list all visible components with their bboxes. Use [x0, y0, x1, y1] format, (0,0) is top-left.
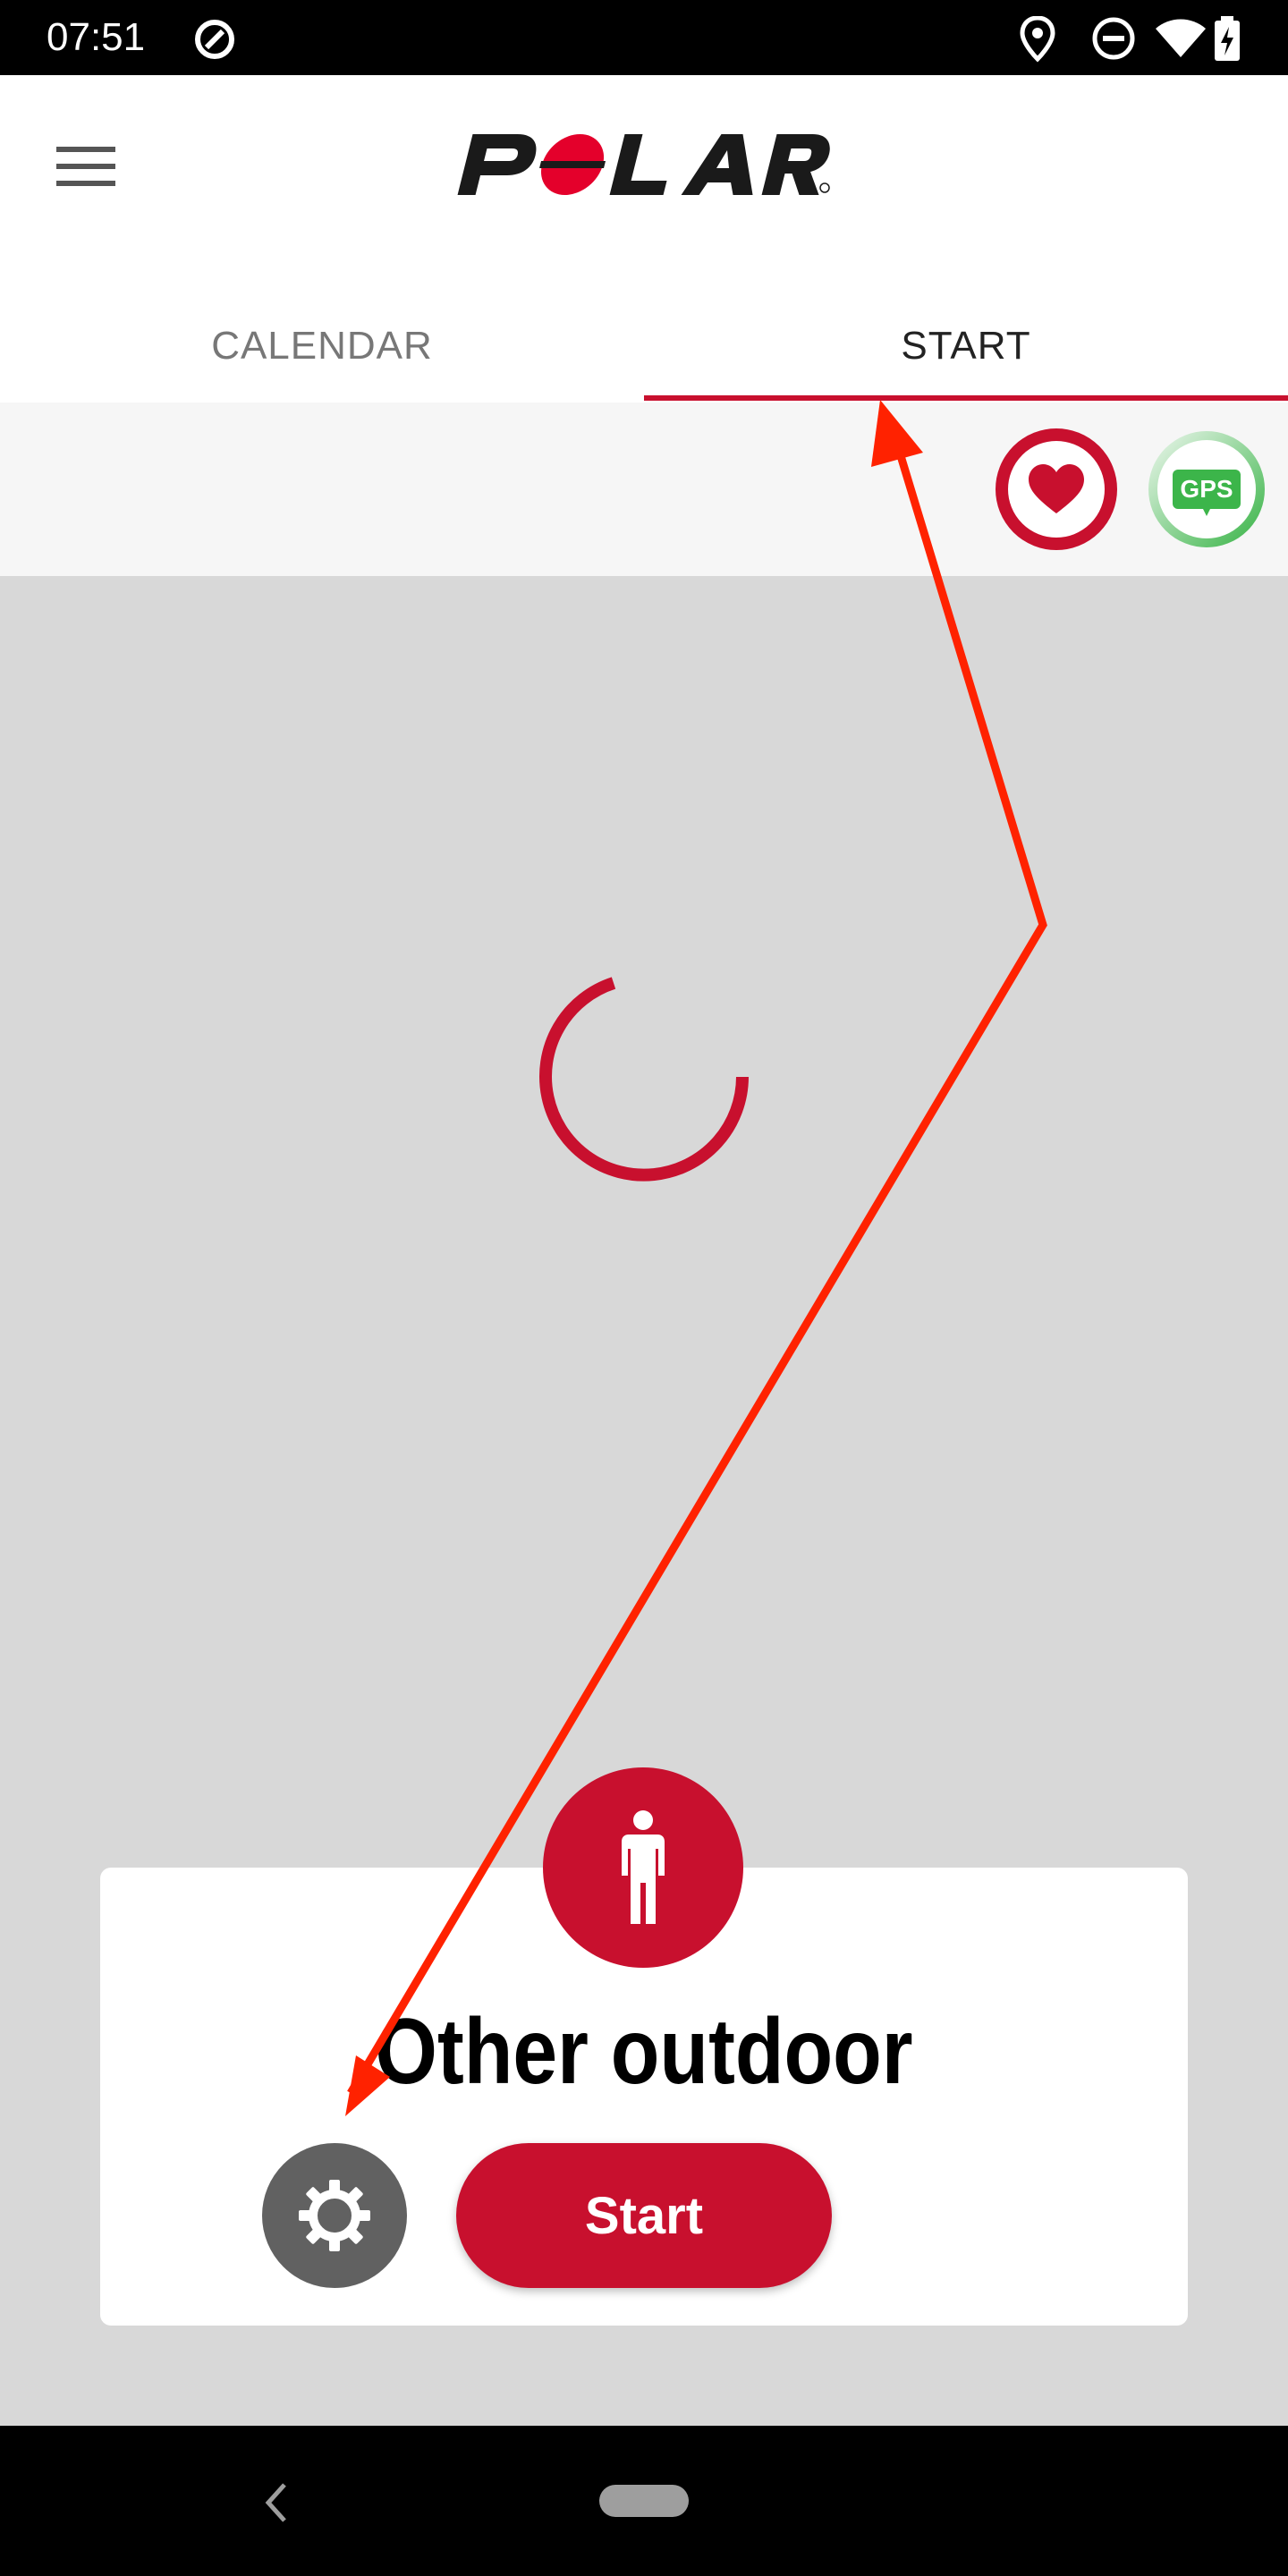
main-content: Other outdoor Start: [0, 576, 1288, 2426]
app-bar: CALENDAR START: [0, 75, 1288, 402]
sport-icon-button[interactable]: [543, 1767, 743, 1968]
loading-spinner: [537, 970, 751, 1184]
sport-settings-button[interactable]: [262, 2143, 407, 2288]
navigation-bar: [0, 2426, 1288, 2576]
location-icon: [1020, 15, 1055, 67]
menu-button[interactable]: [48, 129, 123, 204]
person-standing-icon: [622, 1810, 665, 1924]
gear-icon: [299, 2180, 370, 2251]
heart-rate-sensor-button[interactable]: [993, 426, 1120, 553]
gps-label: GPS: [1180, 475, 1233, 503]
do-not-disturb-icon: [1091, 16, 1136, 65]
sensor-strip: GPS: [0, 402, 1288, 576]
tab-start[interactable]: START: [644, 290, 1288, 402]
data-saver-icon: [191, 16, 238, 67]
wifi-icon: [1154, 16, 1208, 65]
gps-status-button[interactable]: GPS: [1143, 426, 1270, 553]
back-chevron-icon[interactable]: [256, 2476, 299, 2529]
hamburger-menu-icon: [56, 147, 115, 186]
status-time: 07:51: [47, 15, 146, 59]
battery-charging-icon: [1213, 16, 1241, 67]
polar-logo: [456, 129, 832, 205]
start-training-button[interactable]: Start: [456, 2143, 832, 2288]
sport-name: Other outdoor: [375, 2000, 913, 2104]
home-pill-icon[interactable]: [599, 2485, 689, 2517]
tab-calendar[interactable]: CALENDAR: [0, 290, 644, 402]
app-screen: 07:51 CALENDAR START GPS Other outdoor S…: [0, 0, 1288, 2576]
tab-selected-indicator: [644, 395, 1288, 401]
status-bar: 07:51: [0, 0, 1288, 75]
